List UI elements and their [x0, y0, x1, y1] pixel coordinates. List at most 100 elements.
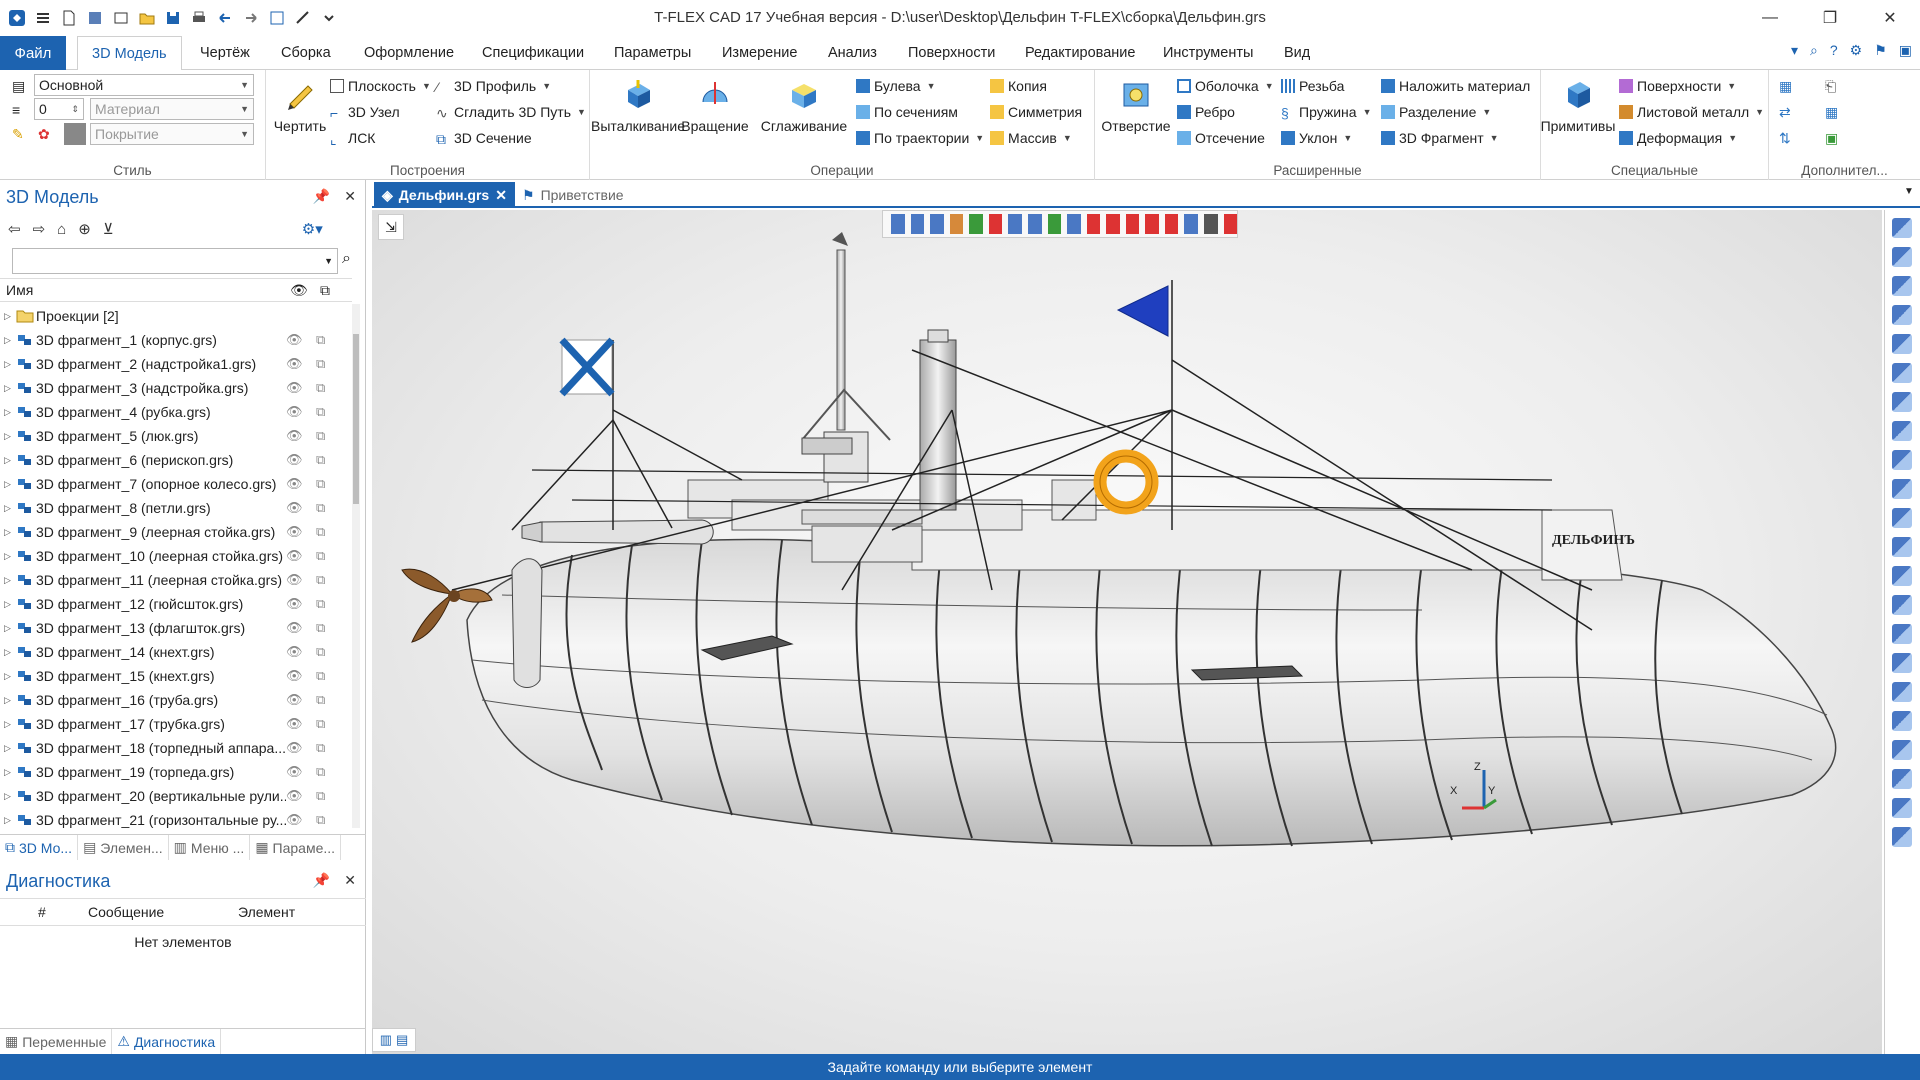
search-icon[interactable]: ⌕: [342, 250, 351, 268]
material-combo[interactable]: Материал ▼: [90, 98, 254, 120]
copy-icon[interactable]: ⧉: [316, 476, 325, 492]
export-icon[interactable]: [266, 7, 288, 29]
back-icon[interactable]: ⇦: [8, 220, 21, 238]
copy-icon[interactable]: ⧉: [316, 524, 325, 540]
copy-button[interactable]: Копия: [990, 78, 1047, 94]
close-button[interactable]: ✕: [1860, 0, 1920, 36]
node3d-button[interactable]: ⌐ 3D Узел: [330, 104, 400, 121]
expand-icon[interactable]: ▷: [4, 647, 14, 658]
tab-drawing[interactable]: Чертёж: [200, 36, 250, 70]
tree-item-fragment[interactable]: ▷ 3D фрагмент_2 (надстройка1.grs) 👁 ⧉: [0, 352, 352, 376]
window-icon[interactable]: [110, 7, 132, 29]
deform-button[interactable]: Деформация ▼: [1619, 130, 1737, 146]
copy-icon[interactable]: ⧉: [316, 452, 325, 468]
primitives-button[interactable]: Примитивы: [1541, 76, 1615, 134]
visibility-icon[interactable]: 👁: [286, 476, 303, 492]
pan-icon[interactable]: [1892, 769, 1912, 789]
tree-item-fragment[interactable]: ▷ 3D фрагмент_8 (петли.grs) 👁 ⧉: [0, 496, 352, 520]
sheet-metal-button[interactable]: Листовой металл ▼: [1619, 104, 1764, 120]
spring-button[interactable]: § Пружина ▼: [1281, 104, 1371, 121]
visibility-icon[interactable]: 👁: [286, 428, 303, 444]
copy-icon[interactable]: ⧉: [316, 764, 325, 780]
home-icon[interactable]: ⌂: [57, 221, 66, 238]
tab-analysis[interactable]: Анализ: [828, 36, 877, 70]
tree-item-fragment[interactable]: ▷ 3D фрагмент_21 (горизонтальные ру... 👁 ⧉: [0, 808, 352, 832]
visibility-icon[interactable]: 👁: [286, 548, 303, 564]
transparency-icon[interactable]: [1892, 624, 1912, 644]
split-button[interactable]: Разделение ▼: [1381, 104, 1491, 120]
close-tab-icon[interactable]: ✕: [495, 187, 507, 204]
copy-column-icon[interactable]: ⧉: [320, 282, 330, 299]
render-icon[interactable]: [1892, 682, 1912, 702]
by-sections-button[interactable]: По сечениям: [856, 104, 958, 120]
pin-icon[interactable]: 📌: [313, 188, 330, 205]
section-plane-icon[interactable]: [1892, 653, 1912, 673]
expand-icon[interactable]: ▷: [4, 575, 14, 586]
level-icon[interactable]: ≡: [12, 102, 20, 118]
copy-icon[interactable]: ⧉: [316, 500, 325, 516]
restore-button[interactable]: ❐: [1800, 0, 1860, 36]
apply-material-button[interactable]: Наложить материал: [1381, 78, 1530, 94]
tree-search-input[interactable]: ▼: [12, 248, 338, 274]
text-icon[interactable]: [1892, 798, 1912, 818]
visibility-icon[interactable]: 👁: [286, 500, 303, 516]
menu-icon[interactable]: [32, 7, 54, 29]
tree-item-fragment[interactable]: ▷ 3D фрагмент_20 (вертикальные рули... 👁 ⧉: [0, 784, 352, 808]
check-model-icon[interactable]: [1892, 450, 1912, 470]
tab-specs[interactable]: Спецификации: [482, 36, 584, 70]
doc-tab-welcome[interactable]: ⚑ Приветствие: [514, 182, 632, 208]
level-spinner[interactable]: 0 ⇕: [34, 98, 84, 120]
tab-variables[interactable]: ▦ Переменные: [0, 1029, 113, 1054]
visibility-icon[interactable]: 👁: [286, 668, 303, 684]
split-horizontal-icon[interactable]: ▤: [396, 1032, 408, 1048]
copy-icon[interactable]: ⧉: [316, 668, 325, 684]
view-all-icon[interactable]: [1892, 218, 1912, 238]
layer-combo[interactable]: Основной ▼: [34, 74, 254, 96]
coating-combo[interactable]: Покрытие ▼: [90, 123, 254, 145]
zoom-in-icon[interactable]: [1892, 305, 1912, 325]
tab-tools[interactable]: Инструменты: [1163, 36, 1253, 70]
tab-3d-model-panel[interactable]: ⧉ 3D Мо...: [0, 835, 79, 860]
expand-icon[interactable]: ▷: [4, 407, 14, 418]
copy-icon[interactable]: ⧉: [316, 788, 325, 804]
draw-button[interactable]: Чертить: [270, 76, 330, 134]
save-icon[interactable]: [162, 7, 184, 29]
tree-item-fragment[interactable]: ▷ 3D фрагмент_5 (люк.grs) 👁 ⧉: [0, 424, 352, 448]
expand-icon[interactable]: ▷: [4, 743, 14, 754]
expand-icon[interactable]: ▷: [4, 695, 14, 706]
tab-file[interactable]: Файл: [0, 36, 66, 70]
shading-icon[interactable]: [1892, 566, 1912, 586]
extrude-button[interactable]: Выталкивание: [591, 76, 685, 134]
fragment3d-button[interactable]: 3D Фрагмент ▼: [1381, 130, 1499, 146]
expand-icon[interactable]: ▷: [4, 359, 14, 370]
copy-icon[interactable]: ⧉: [316, 812, 325, 828]
visibility-icon[interactable]: 👁: [286, 380, 303, 396]
zoom-icon[interactable]: [1892, 276, 1912, 296]
tab-surfaces[interactable]: Поверхности: [908, 36, 995, 70]
diag-close-icon[interactable]: ✕: [344, 872, 356, 889]
tab-measure[interactable]: Измерение: [722, 36, 797, 70]
help-icon[interactable]: ?: [1830, 42, 1838, 59]
visibility-icon[interactable]: 👁: [286, 644, 303, 660]
diag-pin-icon[interactable]: 📌: [313, 872, 330, 889]
tree-item-fragment[interactable]: ▷ 3D фрагмент_12 (гюйсшток.grs) 👁 ⧉: [0, 592, 352, 616]
expand-icon[interactable]: ▷: [4, 815, 14, 826]
hole-button[interactable]: Отверстие: [1101, 76, 1171, 134]
copy-icon[interactable]: ⧉: [316, 740, 325, 756]
glasses-icon[interactable]: [1892, 421, 1912, 441]
home-view-icon[interactable]: [1892, 711, 1912, 731]
copy-icon[interactable]: ⧉: [316, 716, 325, 732]
tree-item-fragment[interactable]: ▷ 3D фрагмент_9 (леерная стойка.grs) 👁 ⧉: [0, 520, 352, 544]
tab-edit[interactable]: Редактирование: [1025, 36, 1135, 70]
copy-icon[interactable]: ⧉: [316, 380, 325, 396]
print-icon[interactable]: [188, 7, 210, 29]
plane-button[interactable]: Плоскость ▼: [330, 78, 431, 94]
new-file-icon[interactable]: [58, 7, 80, 29]
visibility-icon[interactable]: 👁: [286, 764, 303, 780]
customize-qat-icon[interactable]: [318, 7, 340, 29]
expand-icon[interactable]: ▷: [4, 431, 14, 442]
visibility-icon[interactable]: 👁: [286, 524, 303, 540]
expand-icon[interactable]: ▷: [4, 455, 14, 466]
visibility-icon[interactable]: 👁: [286, 332, 303, 348]
tree-item-fragment[interactable]: ▷ 3D фрагмент_7 (опорное колесо.grs) 👁 ⧉: [0, 472, 352, 496]
